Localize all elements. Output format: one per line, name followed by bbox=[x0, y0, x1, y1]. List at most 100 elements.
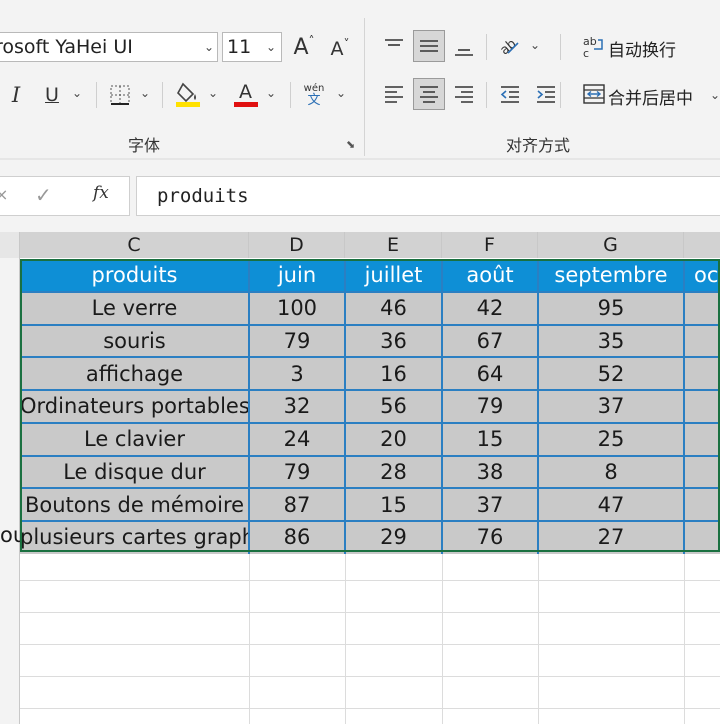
wrap-text-icon-button[interactable]: ab c bbox=[578, 30, 610, 62]
table-cell-value[interactable]: 27 bbox=[538, 521, 684, 554]
table-cell-empty[interactable] bbox=[684, 357, 720, 390]
table-cell-value[interactable]: 29 bbox=[345, 521, 442, 554]
font-color-button[interactable]: A bbox=[230, 78, 262, 110]
column-header-d[interactable]: D bbox=[249, 232, 345, 258]
table-header-cell[interactable]: septembre bbox=[538, 259, 684, 292]
font-name-chevron-down-icon[interactable]: ⌄ bbox=[204, 40, 214, 54]
table-cell-value[interactable]: 87 bbox=[249, 488, 345, 521]
align-bottom-button[interactable] bbox=[448, 32, 480, 64]
table-cell-value[interactable]: 3 bbox=[249, 357, 345, 390]
orientation-button[interactable]: ab bbox=[494, 30, 526, 62]
column-header-c[interactable]: C bbox=[20, 232, 249, 258]
underline-button[interactable]: U bbox=[36, 79, 68, 111]
table-cell-product[interactable]: souris bbox=[20, 324, 249, 358]
table-header-cell[interactable]: juillet bbox=[345, 259, 442, 292]
fill-color-chevron-down-icon[interactable]: ⌄ bbox=[208, 86, 218, 100]
table-cell-value[interactable]: 79 bbox=[442, 390, 538, 423]
orientation-chevron-down-icon[interactable]: ⌄ bbox=[530, 38, 540, 52]
phonetic-chevron-down-icon[interactable]: ⌄ bbox=[336, 86, 346, 100]
formula-input[interactable]: produits bbox=[136, 176, 720, 216]
table-cell-value[interactable]: 67 bbox=[442, 324, 538, 358]
increase-indent-button[interactable] bbox=[530, 78, 562, 110]
font-size-chevron-down-icon[interactable]: ⌄ bbox=[266, 40, 276, 54]
column-header-f[interactable]: F bbox=[442, 232, 538, 258]
table-cell-value[interactable]: 15 bbox=[442, 422, 538, 456]
table-cell-value[interactable]: 42 bbox=[442, 291, 538, 325]
table-cell-empty[interactable] bbox=[684, 390, 720, 423]
caret-up-icon: ˄ bbox=[308, 34, 315, 48]
column-header-h[interactable] bbox=[684, 232, 720, 258]
merge-center-button[interactable]: 合并后居中 bbox=[608, 84, 693, 109]
italic-button[interactable]: I bbox=[0, 79, 32, 111]
table-cell-value[interactable]: 56 bbox=[345, 390, 442, 423]
ribbon-group-separator bbox=[364, 18, 365, 156]
column-header-g[interactable]: G bbox=[538, 232, 684, 258]
table-cell-value[interactable]: 95 bbox=[538, 291, 684, 325]
table-cell-value[interactable]: 79 bbox=[249, 324, 345, 358]
align-middle-button[interactable] bbox=[413, 30, 445, 62]
table-cell-value[interactable]: 25 bbox=[538, 422, 684, 456]
table-cell-product[interactable]: Le verre bbox=[20, 291, 249, 325]
table-cell-empty[interactable] bbox=[684, 324, 720, 358]
table-header-cell[interactable]: août bbox=[442, 259, 538, 292]
decrease-indent-button[interactable] bbox=[494, 78, 526, 110]
table-cell-value[interactable]: 100 bbox=[249, 291, 345, 325]
table-cell-product[interactable]: Ordinateurs portables bbox=[20, 390, 249, 423]
table-cell-product[interactable]: Boutons de mémoire bbox=[20, 488, 249, 521]
table-cell-value[interactable]: 64 bbox=[442, 357, 538, 390]
wrap-text-button[interactable]: 自动换行 bbox=[608, 36, 676, 61]
align-left-button[interactable] bbox=[378, 78, 410, 110]
align-top-button[interactable] bbox=[378, 30, 410, 62]
table-cell-product[interactable]: affichage bbox=[20, 357, 249, 390]
table-cell-value[interactable]: 76 bbox=[442, 521, 538, 554]
dialog-launcher-icon[interactable]: ⬊ bbox=[346, 138, 355, 151]
font-name-select[interactable]: rosoft YaHei UI bbox=[0, 32, 218, 62]
table-cell-value[interactable]: 20 bbox=[345, 422, 442, 456]
table-cell-empty[interactable] bbox=[684, 455, 720, 489]
table-cell-value[interactable]: 28 bbox=[345, 455, 442, 489]
table-header-cell[interactable]: juin bbox=[249, 259, 345, 292]
table-cell-value[interactable]: 16 bbox=[345, 357, 442, 390]
font-color-chevron-down-icon[interactable]: ⌄ bbox=[266, 86, 276, 100]
table-cell-value[interactable]: 46 bbox=[345, 291, 442, 325]
table-cell-empty[interactable] bbox=[684, 291, 720, 325]
table-cell-value[interactable]: 8 bbox=[538, 455, 684, 489]
check-icon[interactable]: ✓ bbox=[35, 183, 52, 207]
fill-color-button[interactable] bbox=[172, 78, 204, 110]
underline-chevron-down-icon[interactable]: ⌄ bbox=[72, 86, 82, 100]
table-cell-value[interactable]: 36 bbox=[345, 324, 442, 358]
table-cell-value[interactable]: 79 bbox=[249, 455, 345, 489]
column-header-e[interactable]: E bbox=[345, 232, 442, 258]
select-all-corner[interactable] bbox=[0, 232, 20, 258]
merge-center-chevron-down-icon[interactable]: ⌄ bbox=[710, 88, 720, 102]
insert-function-icon[interactable]: fx bbox=[93, 183, 109, 203]
table-cell-empty[interactable] bbox=[684, 488, 720, 521]
align-center-button[interactable] bbox=[413, 78, 445, 110]
borders-chevron-down-icon[interactable]: ⌄ bbox=[140, 86, 150, 100]
table-cell-empty[interactable] bbox=[684, 521, 720, 554]
table-cell-value[interactable]: 24 bbox=[249, 422, 345, 456]
shrink-font-button[interactable]: A ˅ bbox=[324, 33, 356, 65]
table-cell-empty[interactable] bbox=[684, 422, 720, 456]
table-cell-value[interactable]: 37 bbox=[538, 390, 684, 423]
table-header-cell[interactable]: oc bbox=[684, 259, 720, 292]
table-header-cell[interactable]: produits bbox=[20, 259, 249, 292]
phonetic-guide-button[interactable]: wén 文 bbox=[298, 79, 330, 111]
cancel-icon[interactable]: × bbox=[0, 185, 8, 204]
table-cell-value[interactable]: 15 bbox=[345, 488, 442, 521]
table-cell-value[interactable]: 86 bbox=[249, 521, 345, 554]
borders-button[interactable] bbox=[104, 79, 136, 111]
align-right-button[interactable] bbox=[448, 78, 480, 110]
merge-center-icon-button[interactable] bbox=[578, 78, 610, 110]
table-cell-value[interactable]: 47 bbox=[538, 488, 684, 521]
table-cell-value[interactable]: 38 bbox=[442, 455, 538, 489]
table-cell-product[interactable]: Le clavier bbox=[20, 422, 249, 456]
table-cell-product[interactable]: plusieurs cartes graphiques bbox=[20, 521, 249, 554]
grow-font-button[interactable]: A ˄ bbox=[288, 31, 320, 63]
table-cell-value[interactable]: 52 bbox=[538, 357, 684, 390]
table-cell-value[interactable]: 32 bbox=[249, 390, 345, 423]
table-cell-value[interactable]: 35 bbox=[538, 324, 684, 358]
table-cell-product[interactable]: Le disque dur bbox=[20, 455, 249, 489]
table-cell-value[interactable]: 37 bbox=[442, 488, 538, 521]
font-group-label: 字体 bbox=[128, 136, 161, 155]
